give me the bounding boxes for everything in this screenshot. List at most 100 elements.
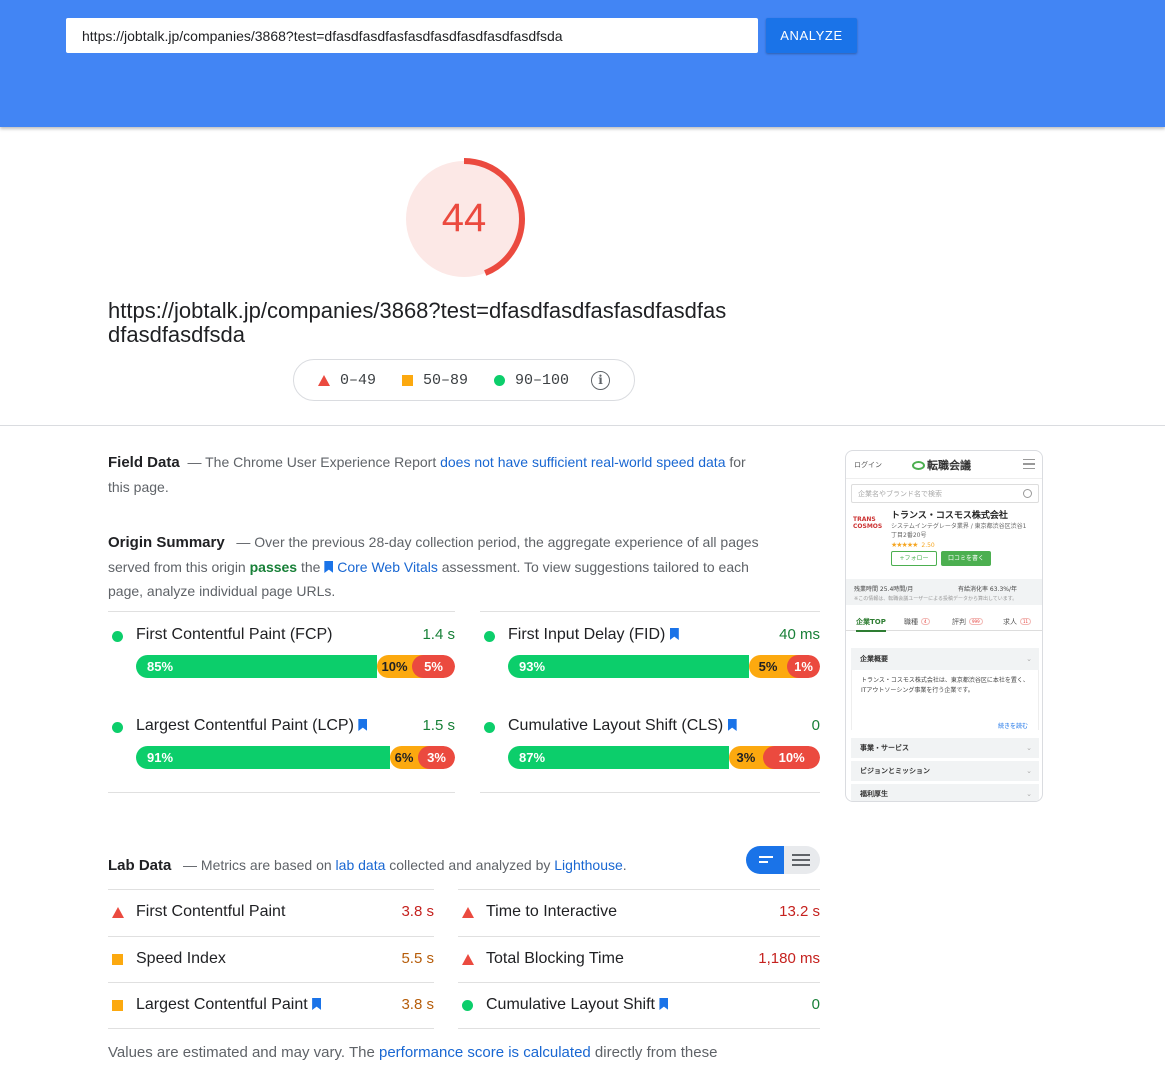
lab-metric-value: 1,180 ms [758, 950, 820, 967]
square-icon [112, 954, 123, 965]
info-icon[interactable]: i [591, 370, 611, 390]
thumb-accordion: 企業概要 ⌄ [851, 648, 1039, 670]
analyze-button[interactable]: ANALYZE [766, 18, 857, 53]
triangle-icon [462, 954, 474, 965]
divider [458, 1028, 820, 1029]
triangle-icon [462, 907, 474, 918]
lab-metric-value: 3.8 s [401, 996, 434, 1013]
legend-good: 90–100 [494, 372, 569, 389]
spacer [108, 702, 455, 703]
thumb-header: ログイン 転職会議 [846, 451, 1042, 479]
thumb-accordion: 事業・サービス ⌄ [851, 738, 1039, 758]
passes-label: passes [249, 559, 298, 575]
lab-metric-tti: Time to Interactive 13.2 s [458, 889, 820, 936]
thumb-read-more: 続きを読む [997, 723, 1028, 730]
thumb-tab: 評判 999 [952, 617, 983, 627]
lab-metric-value: 13.2 s [779, 903, 820, 920]
bookmark-icon [727, 719, 737, 731]
circle-icon [462, 1000, 473, 1011]
square-icon [402, 374, 414, 386]
metric-value: 40 ms [779, 626, 820, 643]
field-data-section: Field Data — The Chrome User Experience … [108, 450, 768, 499]
lab-metric-speed-index: Speed Index 5.5 s [108, 936, 434, 983]
lab-metric-value: 0 [811, 996, 820, 1013]
divider [108, 611, 455, 612]
lab-data-title: Lab Data [108, 857, 172, 874]
thumb-accordion: ビジョンとミッション ⌄ [851, 761, 1039, 781]
triangle-icon [112, 907, 124, 918]
thumb-company-card: TRANS COSMOS トランス・コスモス株式会社 システムインテグレータ業界… [851, 508, 1039, 574]
divider [108, 792, 455, 793]
star-rating: ★★★★★ 2.50 [891, 541, 935, 549]
summary-view-button[interactable] [746, 846, 784, 874]
bar-good: 93% [508, 655, 749, 678]
tested-url: https://jobtalk.jp/companies/3868?test=d… [108, 298, 727, 347]
square-icon [112, 1000, 123, 1011]
page-screenshot-thumbnail: ログイン 転職会議 企業名やブランド名で検索 TRANS COSMOS トランス… [845, 450, 1043, 802]
field-data-text: The Chrome User Experience Report [205, 454, 437, 470]
bar-good: 85% [136, 655, 377, 678]
divider [480, 792, 820, 793]
lab-metric-tbt: Total Blocking Time 1,180 ms [458, 936, 820, 983]
url-input[interactable] [66, 18, 758, 53]
distribution-bar: 87% 3% 10% [508, 746, 820, 769]
good-circle-icon [484, 631, 495, 642]
bookmark-icon [312, 998, 322, 1010]
performance-score: 44 [441, 196, 487, 240]
circle-icon [494, 374, 506, 386]
thumb-accordion: 福利厚生 ⌄ [851, 784, 1039, 801]
bookmark-icon [669, 628, 679, 640]
lab-metric-name: Largest Contentful Paint [136, 996, 322, 1014]
lab-data-text: Metrics are based on [200, 857, 332, 873]
bar-good: 91% [136, 746, 390, 769]
field-metric-fcp: First Contentful Paint (FCP) 1.4 s 85% 1… [108, 626, 455, 678]
lab-metric-name: Speed Index [136, 950, 226, 967]
lab-data-text-mid: collected and analyzed by [389, 857, 551, 873]
bookmark-icon [659, 998, 669, 1010]
metric-name: First Input Delay (FID) [508, 626, 679, 644]
thumb-tabs: 企業TOP 職種 4 評判 999 求人 11 [846, 613, 1042, 632]
legend-good-label: 90–100 [515, 371, 570, 389]
legend-poor-label: 0–49 [340, 371, 377, 389]
legend-poor: 0–49 [318, 372, 376, 389]
lab-metric-value: 3.8 s [401, 903, 434, 920]
lab-metric-name: Total Blocking Time [486, 950, 624, 967]
bar-poor: 5% [412, 655, 455, 678]
lab-metric-fcp: First Contentful Paint 3.8 s [108, 889, 434, 936]
company-logo: TRANS COSMOS [853, 516, 883, 530]
legend-average: 50–89 [402, 372, 468, 389]
origin-summary-dash: — [236, 534, 251, 550]
lighthouse-link[interactable]: Lighthouse [554, 857, 623, 873]
metric-name: First Contentful Paint (FCP) [136, 626, 333, 643]
search-icon [1023, 489, 1032, 498]
distribution-bar: 85% 10% 5% [136, 655, 455, 678]
lab-data-link[interactable]: lab data [336, 857, 386, 873]
bar-good: 87% [508, 746, 729, 769]
hamburger-icon [1023, 459, 1035, 469]
thumb-logo: 転職会議 [912, 457, 971, 473]
distribution-bar: 93% 5% 1% [508, 655, 820, 678]
list-view-button[interactable] [784, 846, 820, 874]
thumb-tab: 求人 11 [1003, 617, 1032, 627]
bookmark-icon [324, 561, 334, 573]
metric-value: 0 [811, 717, 820, 734]
field-metric-fid: First Input Delay (FID) 40 ms 93% 5% 1% [480, 626, 820, 678]
thumb-stats: 残業時間 25.4時間/月 有給消化率 63.3%/年 ※この情報は、転職会議ユ… [846, 579, 1042, 605]
top-bar: ANALYZE [0, 0, 1165, 127]
lab-metric-value: 5.5 s [401, 950, 434, 967]
bar-poor: 1% [787, 655, 820, 678]
core-web-vitals-link[interactable]: Core Web Vitals [337, 559, 438, 575]
footer-note: Values are estimated and may vary. The p… [108, 1044, 718, 1061]
lab-data-text-end: . [622, 857, 627, 873]
bookmark-icon [358, 719, 368, 731]
metric-value: 1.5 s [422, 717, 455, 734]
divider [108, 1028, 434, 1029]
field-data-link[interactable]: does not have sufficient real-world spee… [440, 454, 725, 470]
origin-summary-text-mid: the [300, 559, 321, 575]
good-circle-icon [112, 722, 123, 733]
thumb-search: 企業名やブランド名で検索 [851, 484, 1039, 503]
score-calculation-link[interactable]: performance score is calculated [379, 1044, 591, 1061]
score-legend: 0–49 50–89 90–100 i [293, 359, 635, 401]
good-circle-icon [112, 631, 123, 642]
field-metric-cls: Cumulative Layout Shift (CLS) 0 87% 3% 1… [480, 717, 820, 769]
